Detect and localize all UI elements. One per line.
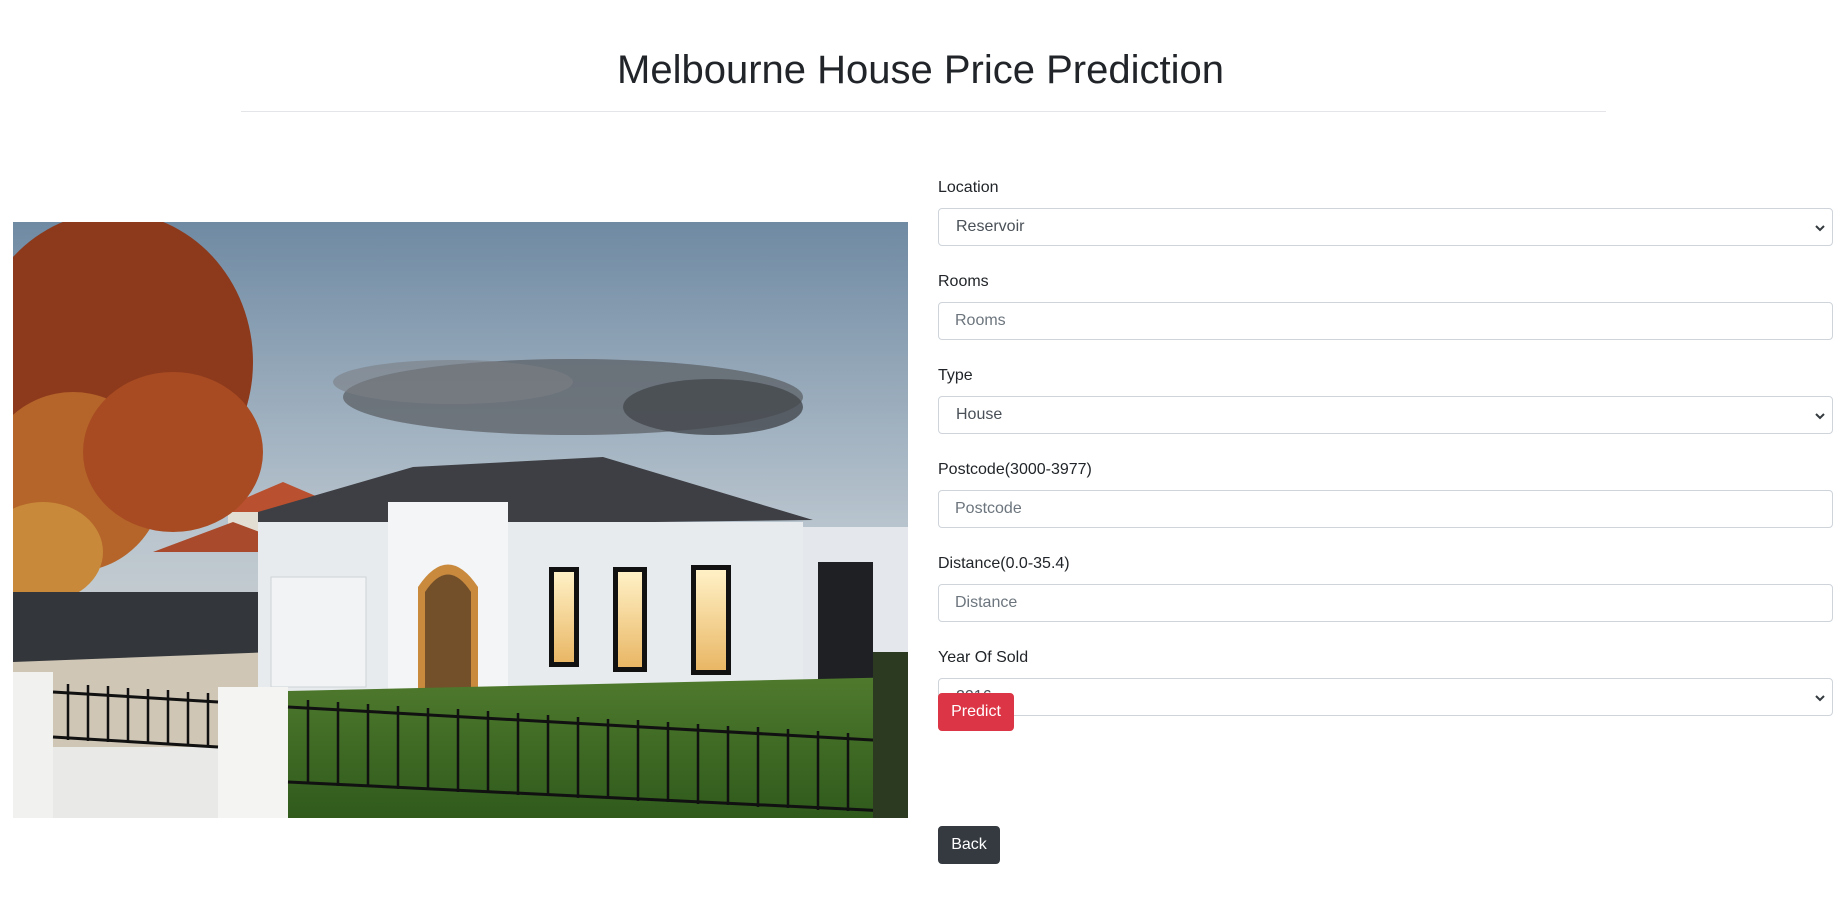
- location-select[interactable]: Reservoir: [938, 208, 1833, 246]
- distance-input[interactable]: Distance: [938, 584, 1833, 622]
- page-title: Melbourne House Price Prediction: [617, 48, 1224, 92]
- location-selected-value: Reservoir: [956, 218, 1025, 235]
- type-select[interactable]: House: [938, 396, 1833, 434]
- distance-placeholder: Distance: [955, 594, 1018, 611]
- chevron-down-icon: [1815, 695, 1825, 702]
- postcode-placeholder: Postcode: [955, 500, 1022, 517]
- year-label: Year Of Sold: [938, 649, 1029, 666]
- title-divider: [241, 111, 1606, 112]
- location-label: Location: [938, 179, 999, 196]
- rooms-input[interactable]: Rooms: [938, 302, 1833, 340]
- prediction-form: Location Reservoir Rooms Rooms Type Hous…: [938, 176, 1833, 740]
- back-button[interactable]: Back: [938, 826, 1000, 864]
- postcode-label: Postcode(3000-3977): [938, 461, 1092, 478]
- type-label: Type: [938, 367, 973, 384]
- distance-label: Distance(0.0-35.4): [938, 555, 1070, 572]
- rooms-placeholder: Rooms: [955, 312, 1006, 329]
- page: Melbourne House Price Prediction Locatio…: [0, 0, 1841, 924]
- house-image: [13, 222, 908, 818]
- year-select[interactable]: 2016: [938, 678, 1833, 716]
- type-selected-value: House: [956, 406, 1003, 423]
- chevron-down-icon: [1815, 413, 1825, 420]
- postcode-input[interactable]: Postcode: [938, 490, 1833, 528]
- predict-button[interactable]: Predict: [938, 693, 1014, 731]
- chevron-down-icon: [1815, 225, 1825, 232]
- rooms-label: Rooms: [938, 273, 989, 290]
